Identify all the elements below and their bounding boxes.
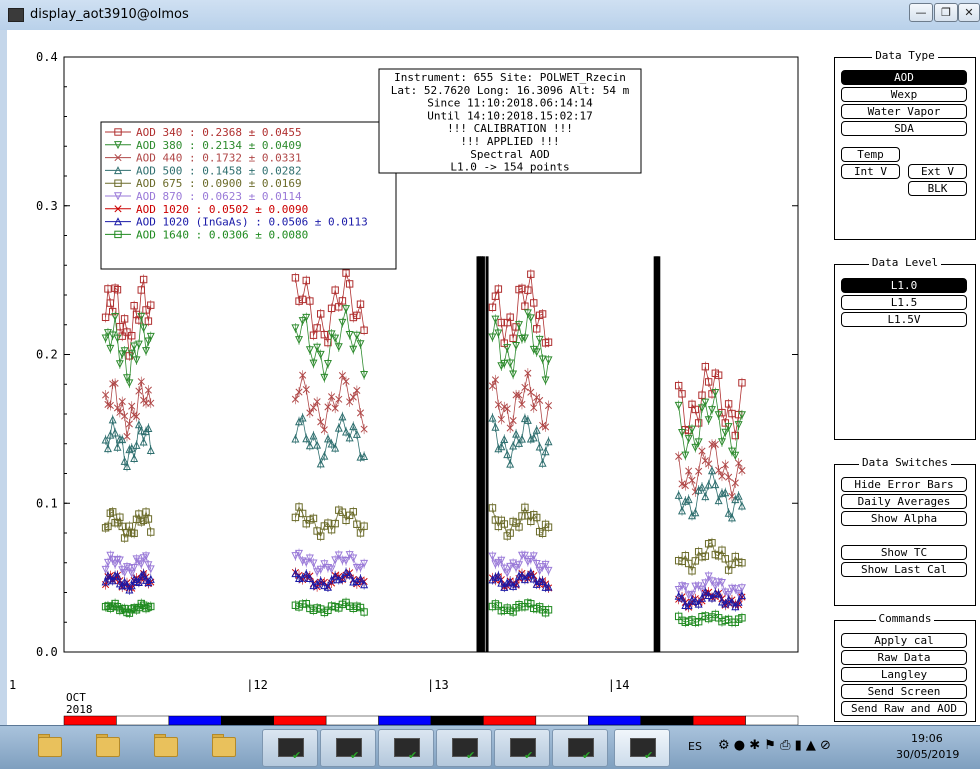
terminal-task-icon[interactable]: ✔ [436, 729, 492, 767]
legend-entry: AOD 1020 (InGaAs) : 0.0506 ± 0.0113 [136, 216, 368, 229]
ext-v-button[interactable]: Ext V [908, 164, 967, 179]
terminal-task-icon[interactable]: ✔ [320, 729, 376, 767]
data-type-panel: Data Type AOD Wexp Water Vapor SDA Temp … [834, 49, 976, 240]
legend-entry: AOD 440 : 0.1732 ± 0.0331 [136, 152, 302, 165]
langley-button[interactable]: Langley [841, 667, 967, 682]
day-color-segment [63, 715, 117, 725]
info-line: Spectral AOD [470, 148, 549, 161]
info-line: !!! CALIBRATION !!! [447, 122, 573, 135]
x-tick-label: |14 [608, 678, 630, 692]
day-color-segment [325, 715, 379, 725]
windows-taskbar: ✔ ✔ ✔ ✔ ✔ ✔ ✔ ES ⚙ ● ✱ ⚑ ⎙ ▮ ▲ ⊘ 19:06 3… [0, 725, 980, 769]
show-tc-button[interactable]: Show TC [841, 545, 967, 560]
info-line: Instrument: 655 Site: POLWET_Rzecin [394, 71, 626, 84]
l1-5v-button[interactable]: L1.5V [841, 312, 967, 327]
window-titlebar: display_aot3910@olmos — ❐ ✕ [0, 0, 980, 31]
l1-5-button[interactable]: L1.5 [841, 295, 967, 310]
data-switches-panel: Data Switches Hide Error Bars Daily Aver… [834, 456, 976, 606]
data-type-title: Data Type [872, 49, 938, 62]
y-tick-label: 0.4 [36, 50, 58, 64]
legend-entry: AOD 340 : 0.2368 ± 0.0455 [136, 126, 302, 139]
info-line: L1.0 -> 154 points [450, 161, 569, 174]
aod-button[interactable]: AOD [841, 70, 967, 85]
commands-panel: Commands Apply cal Raw Data Langley Send… [834, 612, 976, 722]
day-color-segment [273, 715, 327, 725]
calibration-bar [481, 256, 485, 652]
x-tick-label: |12 [246, 678, 268, 692]
info-line: Lat: 52.7620 Long: 16.3096 Alt: 54 m [391, 84, 630, 97]
y-tick-label: 0.2 [36, 348, 58, 362]
folder-icon[interactable] [80, 729, 134, 765]
info-line: Until 14:10:2018.15:02:17 [427, 109, 593, 122]
legend-entry: AOD 380 : 0.2134 ± 0.0409 [136, 139, 302, 152]
data-switches-title: Data Switches [858, 456, 952, 469]
blk-button[interactable]: BLK [908, 181, 967, 196]
terminal-app-icon [8, 8, 24, 22]
terminal-task-icon[interactable]: ✔ [494, 729, 550, 767]
calibration-bar [485, 256, 489, 652]
legend-entry: AOD 500 : 0.1458 ± 0.0282 [136, 164, 302, 177]
y-tick-label: 0.0 [36, 645, 58, 659]
show-last-cal-button[interactable]: Show Last Cal [841, 562, 967, 577]
folder-icon[interactable] [138, 729, 192, 765]
int-v-button[interactable]: Int V [841, 164, 900, 179]
water-vapor-button[interactable]: Water Vapor [841, 104, 967, 119]
calibration-bar [657, 256, 661, 652]
x-tick-label: 1 [9, 678, 16, 692]
close-button[interactable]: ✕ [958, 3, 980, 22]
clock-time[interactable]: 19:06 [911, 732, 943, 745]
raw-data-button[interactable]: Raw Data [841, 650, 967, 665]
x-tick-label: |13 [427, 678, 449, 692]
send-screen-button[interactable]: Send Screen [841, 684, 967, 699]
temp-button[interactable]: Temp [841, 147, 900, 162]
day-color-segment [640, 715, 694, 725]
day-color-segment [745, 715, 799, 725]
l1-0-button[interactable]: L1.0 [841, 278, 967, 293]
day-color-segment [535, 715, 589, 725]
language-indicator[interactable]: ES [688, 740, 702, 753]
info-line: !!! APPLIED !!! [460, 135, 559, 148]
day-color-segment [378, 715, 432, 725]
send-raw-and-aod-button[interactable]: Send Raw and AOD [841, 701, 967, 716]
info-line: Since 11:10:2018.06:14:14 [427, 97, 593, 110]
day-color-segment [116, 715, 170, 725]
daily-averages-button[interactable]: Daily Averages [841, 494, 967, 509]
wexp-button[interactable]: Wexp [841, 87, 967, 102]
legend-entry: AOD 675 : 0.0900 ± 0.0169 [136, 177, 302, 190]
legend-entry: AOD 870 : 0.0623 ± 0.0114 [136, 190, 302, 203]
aod-chart: 0.00.10.20.30.4 1 |12 |13 |14OCT2018 AOD 34… [9, 50, 799, 725]
window-title: display_aot3910@olmos [30, 7, 189, 22]
legend-entry: AOD 1640 : 0.0306 ± 0.0080 [136, 228, 308, 241]
legend-entry: AOD 1020 : 0.0502 ± 0.0090 [136, 203, 308, 216]
commands-title: Commands [875, 612, 935, 625]
sda-button[interactable]: SDA [841, 121, 967, 136]
folder-icon[interactable] [22, 729, 76, 765]
folder-icon[interactable] [196, 729, 250, 765]
data-level-panel: Data Level L1.0 L1.5 L1.5V [834, 256, 976, 440]
y-tick-label: 0.3 [36, 199, 58, 213]
day-color-segment [221, 715, 274, 725]
terminal-task-icon[interactable]: ✔ [552, 729, 608, 767]
tray-icons[interactable]: ⚙ ● ✱ ⚑ ⎙ ▮ ▲ ⊘ [718, 738, 831, 753]
year-label: 2018 [66, 703, 93, 716]
minimize-button[interactable]: — [909, 3, 933, 22]
apply-cal-button[interactable]: Apply cal [841, 633, 967, 648]
terminal-task-icon-active[interactable]: ✔ [614, 729, 670, 767]
day-color-segment [588, 715, 641, 725]
clock-date[interactable]: 30/05/2019 [896, 748, 959, 761]
hide-error-bars-button[interactable]: Hide Error Bars [841, 477, 967, 492]
data-level-title: Data Level [868, 256, 942, 269]
restore-button[interactable]: ❐ [934, 3, 958, 22]
day-color-segment [168, 715, 222, 725]
day-color-segment [430, 715, 484, 725]
day-color-segment [483, 715, 537, 725]
terminal-task-icon[interactable]: ✔ [262, 729, 318, 767]
day-color-segment [692, 715, 746, 725]
show-alpha-button[interactable]: Show Alpha [841, 511, 967, 526]
y-tick-label: 0.1 [36, 496, 58, 510]
terminal-task-icon[interactable]: ✔ [378, 729, 434, 767]
